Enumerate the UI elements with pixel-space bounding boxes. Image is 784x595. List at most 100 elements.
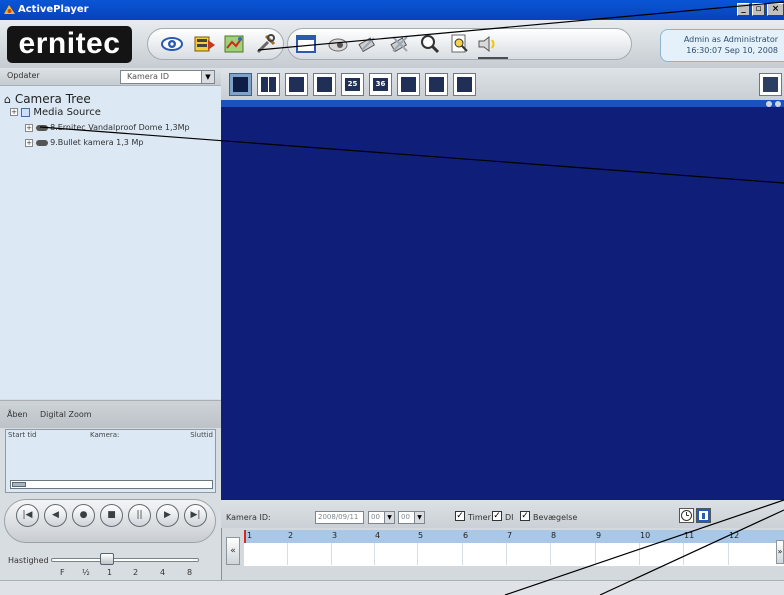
hour-label: 8 [551,531,557,540]
hour-label: 6 [463,531,469,540]
tab-digital-zoom[interactable]: Digital Zoom [40,410,92,419]
layout-1-icon [233,77,248,92]
layout-custom-b-button[interactable] [425,73,448,96]
layout-9-button[interactable] [285,73,308,96]
volume-slider[interactable] [478,57,508,59]
skip-start-button[interactable]: |◀ [16,504,39,527]
layout-custom-icon [457,77,472,92]
skip-end-button[interactable]: ▶| [184,504,207,527]
camera-tree: ⌂ Camera Tree + Media Source + 8.Ernitec… [0,86,221,399]
timeline-prev-button[interactable]: « [226,537,240,565]
speed-slider-thumb[interactable] [100,553,114,565]
calendar-icon[interactable] [696,508,711,523]
tree-item-camera-9[interactable]: + 9.Bullet kamera 1,3 Mp [25,138,143,147]
hour-gridline [417,543,418,565]
restore-button[interactable]: ▫ [752,3,765,16]
hour-gridline [728,543,729,565]
playback-icon[interactable] [192,32,216,56]
camera-sort-value: Kamera ID [127,72,169,81]
date-field[interactable]: 2008/09/11 [315,511,364,524]
play-button[interactable]: ▶ [156,504,179,527]
chevron-down-icon[interactable]: ▼ [414,512,424,523]
speed-slider[interactable] [51,558,199,562]
motion-label: Bevægelse [533,513,578,522]
timer-checkbox[interactable]: ✓ [455,511,465,521]
layout-36-button[interactable]: 36 [369,73,392,96]
layout-25-button[interactable]: 25 [341,73,364,96]
chevron-down-icon[interactable]: ▼ [384,512,394,523]
hour-label: 2 [288,531,294,540]
layout-1-button[interactable] [229,73,252,96]
hour-gridline [374,543,375,565]
search-doc-icon[interactable] [448,32,472,56]
hour-label: 1 [247,531,253,540]
media-source-node[interactable]: + Media Source [10,107,101,118]
hour-select[interactable]: 00 ▼ [368,511,395,524]
app-icon [4,5,15,14]
panel-controls-icon[interactable] [765,100,784,108]
clock-icon[interactable] [679,508,694,523]
expand-icon[interactable]: + [25,123,33,132]
timeline-next-button[interactable]: » [776,540,784,564]
stop-button[interactable]: ■ [100,504,123,527]
expand-icon[interactable]: + [25,138,33,147]
setup-tools-icon[interactable] [254,32,278,56]
speed-tick: 8 [187,568,193,577]
video-header-strip [221,100,784,107]
layout-16-button[interactable] [313,73,336,96]
minute-select[interactable]: 00 ▼ [398,511,425,524]
rewind-button[interactable]: ◀ [44,504,67,527]
clip-scrollbar[interactable] [10,480,213,489]
motion-checkbox[interactable]: ✓ [520,511,530,521]
layout-9-icon [289,77,304,92]
hour-gridline [331,543,332,565]
record-stop-icon[interactable] [388,32,412,56]
hour-gridline [595,543,596,565]
layout-custom-icon [401,77,416,92]
end-time-header: Sluttid [190,431,213,439]
hour-label: 10 [640,531,651,540]
camera-header: Kamera: [90,431,120,439]
camera-icon [35,139,48,146]
camera-label: 8.Ernitec Vandalproof Dome 1,3Mp [50,123,190,132]
record-cam-icon[interactable] [356,32,380,56]
layout-menu-button[interactable] [759,73,782,96]
hour-label: 5 [418,531,424,540]
tree-item-camera-8[interactable]: + 8.Ernitec Vandalproof Dome 1,3Mp [25,123,190,132]
layout-custom-a-button[interactable] [397,73,420,96]
layout-custom-c-button[interactable] [453,73,476,96]
home-icon: ⌂ [4,93,11,106]
speed-tick: 1 [107,568,113,577]
hour-label: 11 [684,531,695,540]
video-display[interactable] [221,100,784,500]
di-checkbox[interactable]: ✓ [492,511,502,521]
volume-icon[interactable] [476,32,500,56]
media-icon [21,107,31,117]
camera-sort-select[interactable]: Kamera ID ▼ [120,70,215,84]
timeline-hours [244,530,784,543]
zoom-search-icon[interactable] [418,32,442,56]
hour-label: 3 [332,531,338,540]
timeline-cursor[interactable] [244,530,246,543]
layout-window-icon[interactable] [294,32,318,56]
timer-label: Timer [468,513,491,522]
speed-tick: F [60,568,65,577]
update-label[interactable]: Opdater [7,71,40,80]
layout-4-icon [261,77,276,92]
tab-open[interactable]: Åben [7,410,28,419]
layout-4-button[interactable] [257,73,280,96]
tree-root[interactable]: ⌂ Camera Tree [4,92,91,106]
map-icon[interactable] [222,32,246,56]
minimize-button[interactable]: _ [737,3,750,16]
snapshot-camera-icon[interactable] [326,32,350,56]
expand-icon[interactable]: + [10,108,18,116]
layout-custom-icon [429,77,444,92]
tree-root-label: Camera Tree [14,92,91,106]
close-button[interactable]: × [767,3,784,16]
record-button[interactable]: ● [72,504,95,527]
chevron-down-icon[interactable]: ▼ [201,71,214,83]
pause-button[interactable]: || [128,504,151,527]
live-view-icon[interactable] [160,32,184,56]
layout-36-label: 36 [373,78,388,91]
scroll-thumb[interactable] [12,482,26,487]
